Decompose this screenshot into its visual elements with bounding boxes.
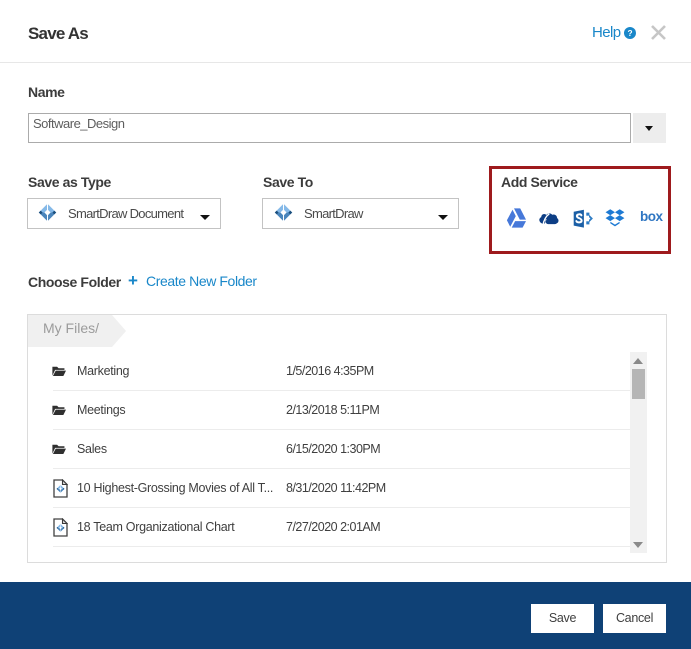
svg-text:?: ? (627, 28, 632, 38)
